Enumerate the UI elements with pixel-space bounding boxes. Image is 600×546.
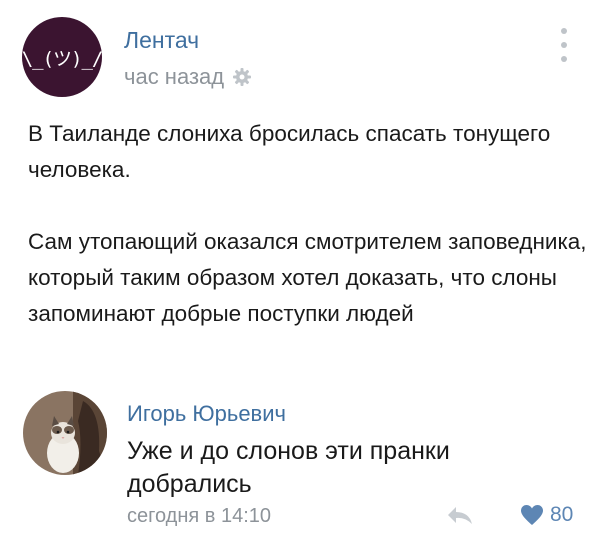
post-time[interactable]: час назад [124, 64, 224, 90]
gear-icon[interactable] [232, 67, 252, 87]
post-time-row: час назад [124, 64, 252, 90]
comment-avatar[interactable] [23, 391, 107, 475]
post-text: В Таиланде слониха бросилась спасать тон… [28, 116, 588, 332]
post-author-name[interactable]: Лентач [124, 27, 199, 54]
heart-icon [521, 505, 543, 525]
post-paragraph: Сам утопающий оказался смотрителем запов… [28, 229, 587, 326]
reply-icon[interactable] [445, 503, 475, 527]
post-paragraph: В Таиланде слониха бросилась спасать тон… [28, 121, 551, 182]
more-vertical-icon[interactable] [557, 28, 571, 62]
post-avatar[interactable]: \_(ツ)_/ [21, 17, 104, 97]
more-dot [561, 56, 567, 62]
cat-photo [23, 391, 107, 475]
like-count: 80 [550, 503, 574, 526]
more-dot [561, 42, 567, 48]
like-button[interactable]: 80 [520, 503, 573, 527]
comment-text: Уже и до слонов эти пранки добрались [127, 437, 450, 498]
avatar-logo-text: \_(ツ)_/ [21, 47, 104, 70]
more-dot [561, 28, 567, 34]
comment-time[interactable]: сегодня в 14:10 [127, 505, 271, 528]
comment-author-name[interactable]: Игорь Юрьевич [127, 401, 286, 427]
